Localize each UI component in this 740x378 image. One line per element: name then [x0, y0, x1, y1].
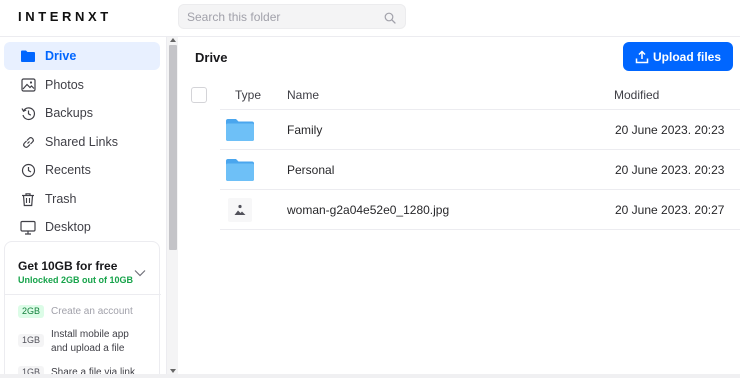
page-title: Drive — [195, 50, 228, 65]
task-badge: 1GB — [18, 334, 45, 347]
column-type[interactable]: Type — [235, 88, 261, 102]
sidebar-item-label: Photos — [45, 78, 84, 92]
sidebar-item-label: Shared Links — [45, 135, 118, 149]
divider — [5, 294, 161, 295]
row-name: Family — [287, 123, 323, 137]
search-icon[interactable] — [384, 11, 396, 29]
table-row[interactable]: Family 20 June 2023. 20:23 — [220, 110, 740, 150]
horizontal-scrollbar[interactable] — [0, 374, 740, 378]
main-content: Drive Upload files Type Name Modified Fa… — [178, 37, 740, 378]
task-text: Install mobile app and upload a file — [51, 329, 129, 354]
sidebar-item-recents[interactable]: Recents — [4, 156, 160, 184]
row-modified: 20 June 2023. 20:23 — [615, 123, 725, 137]
sidebar-item-label: Recents — [45, 163, 91, 177]
folder-icon — [20, 48, 36, 64]
clock-counter-icon — [20, 105, 36, 121]
table-header: Type Name Modified — [178, 81, 740, 110]
row-modified: 20 June 2023. 20:23 — [615, 163, 725, 177]
column-modified[interactable]: Modified — [614, 88, 659, 102]
clock-icon — [20, 162, 36, 178]
row-name: woman-g2a04e52e0_1280.jpg — [287, 203, 450, 217]
top-header: INTERNXT — [0, 0, 740, 37]
promo-title: Get 10GB for free — [18, 259, 118, 273]
desktop-icon — [20, 219, 36, 235]
table-row[interactable]: Personal 20 June 2023. 20:23 — [220, 150, 740, 190]
trash-icon — [20, 191, 36, 207]
sidebar-item-label: Backups — [45, 106, 93, 120]
sidebar-item-photos[interactable]: Photos — [4, 71, 160, 99]
sidebar-item-desktop[interactable]: Desktop — [4, 213, 160, 241]
scroll-up-arrow-icon[interactable] — [170, 38, 176, 42]
sidebar: Drive Photos Backups Shared Links Recent… — [0, 37, 166, 378]
table-row[interactable]: woman-g2a04e52e0_1280.jpg 20 June 2023. … — [220, 190, 740, 230]
image-file-icon — [224, 197, 256, 223]
task-item[interactable]: 2GB Create an account — [18, 305, 143, 319]
sidebar-item-trash[interactable]: Trash — [4, 185, 160, 213]
scroll-down-arrow-icon[interactable] — [170, 369, 176, 373]
task-badge: 2GB — [18, 305, 45, 318]
select-all-checkbox[interactable] — [191, 87, 207, 103]
column-name[interactable]: Name — [287, 88, 319, 102]
upload-files-button[interactable]: Upload files — [623, 42, 733, 71]
search-box[interactable] — [178, 4, 406, 29]
link-icon — [20, 134, 36, 150]
row-modified: 20 June 2023. 20:27 — [615, 203, 725, 217]
folder-icon — [224, 117, 256, 143]
sidebar-item-shared-links[interactable]: Shared Links — [4, 128, 160, 156]
scroll-thumb[interactable] — [169, 45, 177, 250]
app-window: INTERNXT Drive Photos Backups — [0, 0, 740, 378]
search-input[interactable] — [187, 8, 377, 26]
task-item[interactable]: 1GB Install mobile app and upload a file — [18, 328, 143, 356]
image-icon — [20, 77, 36, 93]
sidebar-item-drive[interactable]: Drive — [4, 42, 160, 70]
sidebar-item-label: Trash — [45, 192, 77, 206]
row-name: Personal — [287, 163, 335, 177]
task-text: Create an account — [51, 306, 133, 317]
promo-progress-text: Unlocked 2GB out of 10GB — [18, 275, 134, 285]
sidebar-item-backups[interactable]: Backups — [4, 99, 160, 127]
upload-files-label: Upload files — [652, 49, 721, 64]
folder-icon — [224, 157, 256, 183]
sidebar-scrollbar[interactable] — [166, 37, 178, 378]
free-storage-card: Get 10GB for free Unlocked 2GB out of 10… — [4, 241, 161, 378]
app-logo[interactable]: INTERNXT — [18, 9, 112, 24]
sidebar-item-label: Desktop — [45, 220, 91, 234]
sidebar-item-label: Drive — [45, 49, 77, 63]
chevron-down-icon[interactable] — [134, 264, 146, 282]
upload-icon — [635, 49, 649, 64]
